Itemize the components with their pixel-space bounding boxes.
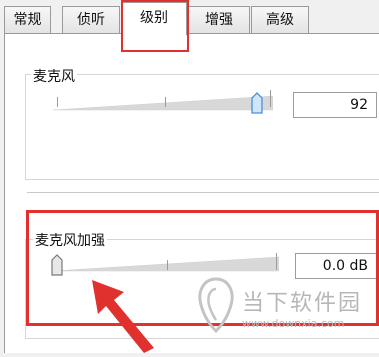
tab-bar: 常规 侦听 级别 增强 高级	[0, 0, 379, 35]
slider-tick	[270, 90, 271, 107]
boost-label: 麦克风加强	[33, 230, 107, 250]
microphone-slider-track	[53, 95, 273, 111]
microphone-group	[25, 74, 379, 180]
boost-slider-thumb[interactable]	[51, 254, 63, 276]
microphone-level-field[interactable]: 92	[293, 92, 377, 118]
watermark-logo-icon	[192, 275, 240, 339]
microphone-slider-thumb[interactable]	[251, 92, 263, 114]
slider-tick	[165, 97, 166, 107]
tab-enhancements[interactable]: 增强	[188, 6, 250, 33]
microphone-label: 麦克风	[31, 66, 77, 86]
tab-general[interactable]: 常规	[4, 6, 51, 33]
boost-slider-track	[53, 256, 279, 272]
tab-listen[interactable]: 侦听	[62, 6, 120, 33]
watermark-title: 当下软件园	[242, 291, 363, 316]
slider-tick	[276, 253, 277, 270]
slider-tick	[57, 97, 58, 107]
boost-slider[interactable]	[53, 253, 279, 273]
tab-levels[interactable]: 级别	[121, 2, 187, 35]
slider-tick	[167, 260, 168, 270]
watermark-url: www.downxia.com	[242, 317, 345, 330]
separator	[27, 192, 379, 193]
tab-advanced[interactable]: 高级	[251, 6, 309, 33]
watermark: 当下软件园 www.downxia.com	[192, 275, 379, 349]
microphone-slider[interactable]	[53, 92, 273, 112]
pointer-arrow-icon	[88, 278, 158, 357]
